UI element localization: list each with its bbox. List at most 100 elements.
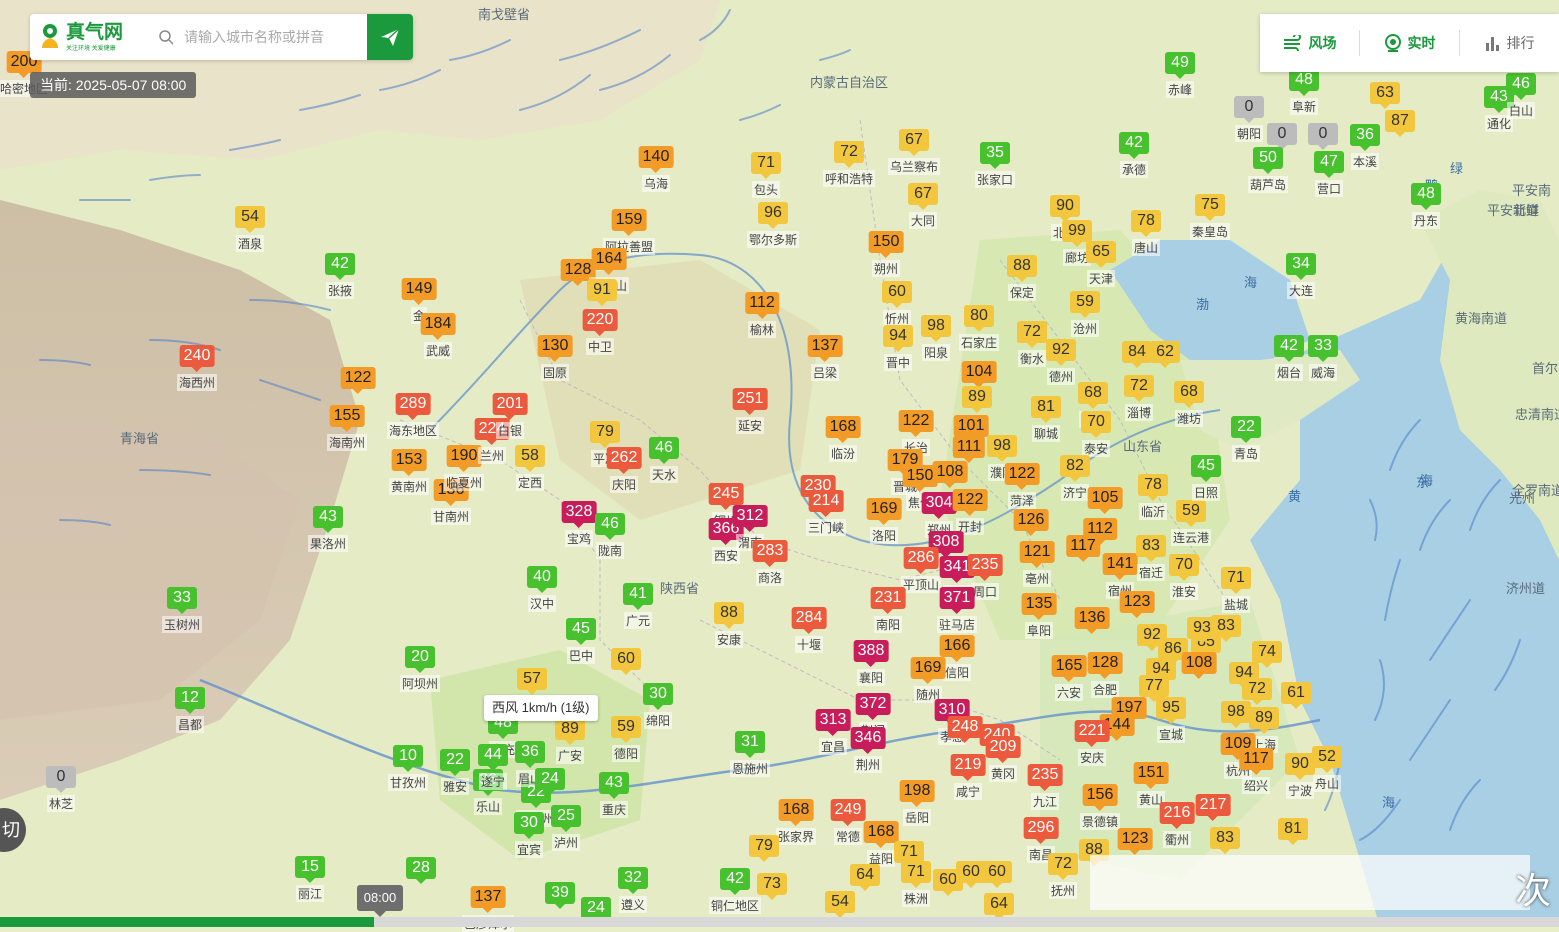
aqi-marker[interactable]: 95 bbox=[1156, 697, 1186, 724]
aqi-marker[interactable]: 126 bbox=[1013, 509, 1049, 536]
aqi-marker[interactable]: 78 bbox=[1138, 474, 1168, 501]
search-input[interactable] bbox=[182, 28, 366, 46]
aqi-marker[interactable]: 46 bbox=[1506, 73, 1536, 100]
aqi-marker[interactable]: 46 bbox=[649, 437, 679, 464]
aqi-marker[interactable]: 372 bbox=[855, 693, 891, 720]
aqi-marker[interactable]: 74 bbox=[1252, 641, 1282, 668]
aqi-marker[interactable]: 251 bbox=[732, 388, 768, 415]
aqi-marker[interactable]: 164 bbox=[591, 248, 627, 275]
aqi-marker[interactable]: 75 bbox=[1195, 194, 1225, 221]
aqi-marker[interactable]: 79 bbox=[749, 835, 779, 862]
aqi-marker[interactable]: 122 bbox=[340, 367, 376, 394]
aqi-marker[interactable]: 63 bbox=[1370, 82, 1400, 109]
aqi-marker[interactable]: 122 bbox=[898, 410, 934, 437]
realtime-button[interactable]: 实时 bbox=[1360, 33, 1459, 53]
aqi-marker[interactable]: 59 bbox=[1070, 291, 1100, 318]
aqi-marker[interactable]: 105 bbox=[1087, 487, 1123, 514]
aqi-marker[interactable]: 83 bbox=[1136, 535, 1166, 562]
aqi-marker[interactable]: 328 bbox=[561, 501, 597, 528]
aqi-marker[interactable]: 190 bbox=[446, 445, 482, 472]
aqi-marker[interactable]: 156 bbox=[1082, 784, 1118, 811]
aqi-marker[interactable]: 57 bbox=[517, 668, 547, 695]
aqi-marker[interactable]: 32 bbox=[618, 867, 648, 894]
aqi-marker[interactable]: 70 bbox=[1169, 554, 1199, 581]
aqi-marker[interactable]: 24 bbox=[535, 768, 565, 795]
aqi-marker[interactable]: 108 bbox=[932, 461, 968, 488]
aqi-marker[interactable]: 111 bbox=[952, 436, 986, 463]
aqi-marker[interactable]: 98 bbox=[1221, 701, 1251, 728]
aqi-marker[interactable]: 45 bbox=[566, 618, 596, 645]
timeline-handle[interactable]: 08:00 bbox=[357, 885, 403, 917]
aqi-marker[interactable]: 41 bbox=[623, 583, 653, 610]
aqi-marker[interactable]: 128 bbox=[1087, 652, 1123, 679]
aqi-marker[interactable]: 59 bbox=[611, 716, 641, 743]
aqi-marker[interactable]: 122 bbox=[1004, 463, 1040, 490]
aqi-marker[interactable]: 79 bbox=[590, 421, 620, 448]
aqi-marker[interactable]: 304 bbox=[921, 492, 957, 519]
aqi-marker[interactable]: 62 bbox=[1150, 341, 1180, 368]
aqi-marker[interactable]: 84 bbox=[1122, 341, 1152, 368]
aqi-marker[interactable]: 371 bbox=[939, 587, 975, 614]
aqi-marker[interactable]: 60 bbox=[882, 281, 912, 308]
aqi-marker[interactable]: 296 bbox=[1023, 817, 1059, 844]
aqi-marker[interactable]: 72 bbox=[1242, 678, 1272, 705]
aqi-marker[interactable]: 42 bbox=[720, 868, 750, 895]
aqi-marker[interactable]: 20 bbox=[405, 646, 435, 673]
aqi-marker[interactable]: 312 bbox=[732, 505, 768, 532]
aqi-marker[interactable]: 49 bbox=[1165, 52, 1195, 79]
aqi-marker[interactable]: 73 bbox=[757, 873, 787, 900]
aqi-marker[interactable]: 31 bbox=[735, 731, 765, 758]
aqi-marker[interactable]: 43 bbox=[313, 506, 343, 533]
aqi-marker[interactable]: 122 bbox=[952, 489, 988, 516]
aqi-marker[interactable]: 43 bbox=[599, 772, 629, 799]
aqi-marker[interactable]: 245 bbox=[708, 483, 744, 510]
timeline-bar[interactable] bbox=[0, 917, 1559, 927]
aqi-marker[interactable]: 117 bbox=[1239, 748, 1273, 775]
aqi-marker[interactable]: 184 bbox=[420, 313, 456, 340]
aqi-marker[interactable]: 71 bbox=[1221, 567, 1251, 594]
aqi-marker[interactable]: 168 bbox=[863, 821, 899, 848]
aqi-marker[interactable]: 44 bbox=[478, 744, 508, 771]
aqi-marker[interactable]: 83 bbox=[1210, 827, 1240, 854]
aqi-marker[interactable]: 149 bbox=[401, 278, 437, 305]
aqi-marker[interactable]: 90 bbox=[1050, 195, 1080, 222]
aqi-marker[interactable]: 201 bbox=[492, 393, 528, 420]
aqi-marker[interactable]: 88 bbox=[1007, 255, 1037, 282]
aqi-marker[interactable]: 137 bbox=[470, 886, 506, 913]
aqi-marker[interactable]: 81 bbox=[1031, 396, 1061, 423]
aqi-marker[interactable]: 137 bbox=[807, 335, 843, 362]
aqi-marker[interactable]: 92 bbox=[1046, 339, 1076, 366]
aqi-marker[interactable]: 68 bbox=[1174, 381, 1204, 408]
aqi-marker[interactable]: 45 bbox=[1191, 455, 1221, 482]
aqi-marker[interactable]: 25 bbox=[551, 805, 581, 832]
aqi-marker[interactable]: 65 bbox=[1086, 241, 1116, 268]
aqi-marker[interactable]: 108 bbox=[1181, 652, 1217, 679]
aqi-marker[interactable]: 112 bbox=[745, 292, 779, 319]
aqi-marker[interactable]: 47 bbox=[1314, 151, 1344, 178]
aqi-marker[interactable]: 82 bbox=[1060, 455, 1090, 482]
aqi-marker[interactable]: 235 bbox=[1027, 764, 1063, 791]
aqi-marker[interactable]: 36 bbox=[1350, 124, 1380, 151]
aqi-marker[interactable]: 98 bbox=[987, 435, 1017, 462]
aqi-marker[interactable]: 72 bbox=[834, 141, 864, 168]
aqi-marker[interactable]: 58 bbox=[515, 445, 545, 472]
aqi-marker[interactable]: 89 bbox=[555, 718, 585, 745]
aqi-marker[interactable]: 140 bbox=[638, 146, 674, 173]
aqi-marker[interactable]: 0 bbox=[1267, 123, 1297, 150]
aqi-marker[interactable]: 0 bbox=[1234, 96, 1264, 123]
aqi-marker[interactable]: 22 bbox=[440, 749, 470, 776]
aqi-marker[interactable]: 284 bbox=[791, 607, 827, 634]
aqi-marker[interactable]: 220 bbox=[582, 309, 618, 336]
aqi-marker[interactable]: 33 bbox=[1308, 335, 1338, 362]
aqi-marker[interactable]: 60 bbox=[982, 861, 1012, 888]
aqi-marker[interactable]: 169 bbox=[866, 498, 902, 525]
aqi-marker[interactable]: 72 bbox=[1017, 321, 1047, 348]
aqi-marker[interactable]: 78 bbox=[1131, 210, 1161, 237]
aqi-marker[interactable]: 64 bbox=[850, 864, 880, 891]
aqi-marker[interactable]: 130 bbox=[537, 335, 573, 362]
aqi-marker[interactable]: 104 bbox=[961, 361, 997, 388]
aqi-marker[interactable]: 0 bbox=[46, 766, 76, 793]
aqi-marker[interactable]: 159 bbox=[611, 209, 647, 236]
aqi-marker[interactable]: 28 bbox=[406, 857, 436, 884]
aqi-marker[interactable]: 72 bbox=[1124, 375, 1154, 402]
